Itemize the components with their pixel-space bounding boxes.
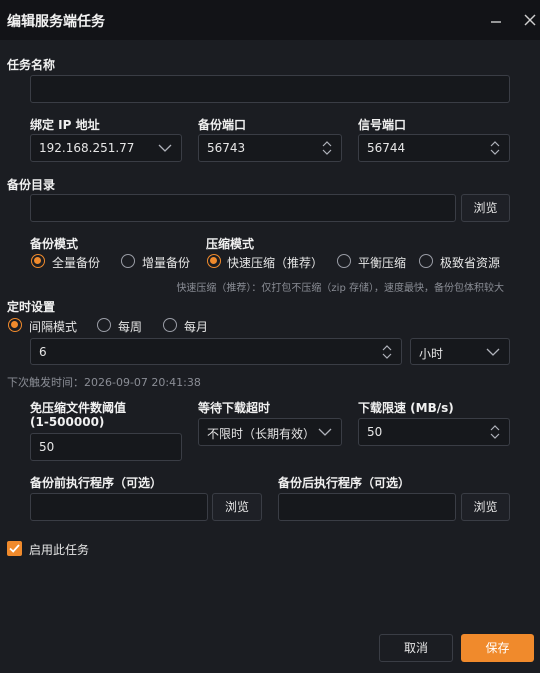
post-program-input[interactable] [278, 493, 456, 521]
interval-unit-select[interactable]: 小时 [410, 338, 510, 365]
window-title: 编辑服务端任务 [7, 14, 105, 30]
backup-dir-label: 备份目录 [7, 178, 56, 192]
signal-port-value: 56744 [367, 141, 406, 155]
download-limit-spinbox[interactable]: 50 [358, 418, 510, 446]
download-limit-value: 50 [367, 425, 383, 439]
threshold-range-label: (1-500000) [30, 415, 105, 429]
compress-hint: 快速压缩（推荐）：仅打包不压缩（zip 存储），速度最快，备份包体积较大 [176, 283, 504, 294]
interval-value-spinbox[interactable]: 6 [30, 338, 402, 365]
backup-port-spinbox[interactable]: 56743 [198, 134, 342, 162]
pre-program-label: 备份前执行程序（可选） [30, 476, 163, 490]
weekly-radio[interactable] [97, 318, 111, 332]
minimize-icon[interactable] [486, 10, 506, 30]
interval-unit-value: 小时 [419, 347, 444, 361]
download-timeout-value: 不限时（长期有效） [207, 427, 316, 441]
weekly-label[interactable]: 每周 [118, 318, 142, 335]
interval-mode-radio[interactable] [8, 318, 22, 332]
resource-saving-radio[interactable] [419, 254, 433, 268]
download-timeout-select[interactable]: 不限时（长期有效） [198, 418, 342, 446]
spin-arrows-icon[interactable] [490, 425, 500, 439]
post-program-label: 备份后执行程序（可选） [278, 476, 411, 490]
chevron-down-icon [318, 428, 332, 436]
backup-port-value: 56743 [207, 141, 246, 155]
bind-ip-label: 绑定 IP 地址 [30, 118, 100, 132]
task-name-label: 任务名称 [7, 58, 56, 72]
threshold-label: 免压缩文件数阈值 [30, 401, 127, 415]
cancel-button[interactable]: 取消 [379, 634, 453, 662]
close-icon[interactable] [520, 10, 540, 30]
signal-port-label: 信号端口 [358, 118, 407, 132]
monthly-label[interactable]: 每月 [184, 318, 208, 335]
incremental-backup-label[interactable]: 增量备份 [142, 254, 190, 271]
backup-port-label: 备份端口 [198, 118, 247, 132]
schedule-label: 定时设置 [7, 300, 56, 314]
save-button[interactable]: 保存 [461, 634, 534, 662]
download-timeout-label: 等待下载超时 [198, 401, 271, 415]
backup-mode-label: 备份模式 [30, 237, 79, 251]
checkmark-icon [9, 544, 20, 553]
interval-value: 6 [39, 345, 47, 359]
post-program-browse-button[interactable]: 浏览 [461, 493, 510, 521]
interval-mode-label[interactable]: 间隔模式 [29, 318, 77, 335]
task-name-input[interactable] [30, 75, 510, 103]
resource-saving-label[interactable]: 极致省资源 [440, 254, 500, 271]
balanced-compress-label[interactable]: 平衡压缩 [358, 254, 406, 271]
compress-mode-label: 压缩模式 [206, 237, 255, 251]
title-bar: 编辑服务端任务 [0, 0, 540, 40]
monthly-radio[interactable] [163, 318, 177, 332]
pre-program-input[interactable] [30, 493, 208, 521]
pre-program-browse-button[interactable]: 浏览 [212, 493, 262, 521]
incremental-backup-radio[interactable] [121, 254, 135, 268]
next-trigger-time: 下次触发时间：2026-09-07 20:41:38 [7, 376, 201, 389]
full-backup-radio[interactable] [31, 254, 45, 268]
chevron-down-icon [486, 348, 500, 356]
spin-arrows-icon[interactable] [490, 141, 500, 155]
signal-port-spinbox[interactable]: 56744 [358, 134, 510, 162]
download-limit-label: 下载限速 (MB/s) [358, 401, 454, 415]
bind-ip-select[interactable]: 192.168.251.77 [30, 134, 182, 162]
threshold-spinbox[interactable]: 50 [30, 433, 182, 461]
backup-dir-browse-button[interactable]: 浏览 [461, 194, 510, 222]
fast-compress-radio[interactable] [207, 254, 221, 268]
threshold-value: 50 [39, 440, 55, 454]
spin-arrows-icon[interactable] [322, 141, 332, 155]
balanced-compress-radio[interactable] [337, 254, 351, 268]
spin-arrows-icon[interactable] [382, 344, 392, 359]
chevron-down-icon [158, 144, 172, 152]
enable-task-checkbox[interactable] [7, 541, 22, 556]
backup-dir-input[interactable] [30, 194, 456, 222]
full-backup-label[interactable]: 全量备份 [52, 254, 100, 271]
enable-task-label[interactable]: 启用此任务 [29, 541, 89, 558]
fast-compress-label[interactable]: 快速压缩（推荐） [227, 254, 323, 271]
bind-ip-value: 192.168.251.77 [39, 141, 135, 155]
